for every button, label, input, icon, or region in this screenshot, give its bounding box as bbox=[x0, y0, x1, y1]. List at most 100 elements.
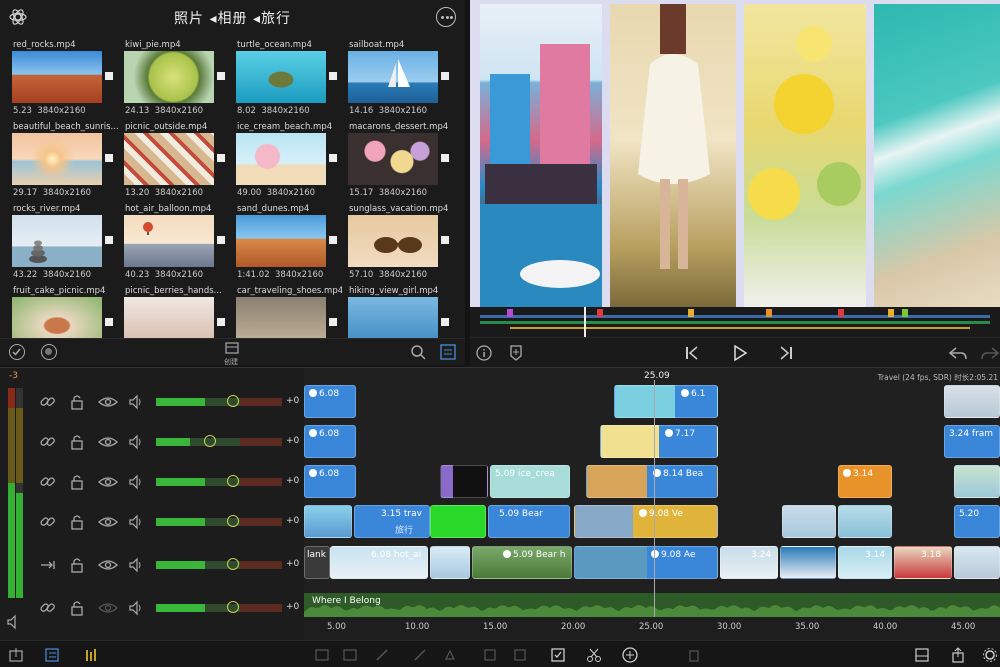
clip-item[interactable]: sailboat.mp4 14.16 3840x2160 bbox=[346, 40, 457, 122]
visibility-eye-icon[interactable] bbox=[98, 600, 118, 616]
timeline-clip[interactable]: 3.18 bbox=[894, 546, 952, 579]
track-volume-slider[interactable] bbox=[156, 475, 282, 487]
clip-thumbnail[interactable] bbox=[124, 215, 214, 267]
marker-icon[interactable] bbox=[482, 647, 498, 663]
skip-back-icon[interactable] bbox=[684, 345, 700, 361]
timeline-clip[interactable]: 8.14 Bea bbox=[586, 465, 718, 498]
timeline-clip[interactable]: 5.09 Bear h bbox=[472, 546, 572, 579]
clip-item[interactable]: sunglass_vacation.mp4 57.10 3840x2160 bbox=[346, 204, 457, 286]
clip-item[interactable]: macarons_dessert.mp4 15.17 3840x2160 bbox=[346, 122, 457, 204]
split-scissors-icon[interactable] bbox=[586, 647, 602, 663]
timeline-clip[interactable]: 3.14 bbox=[838, 465, 892, 498]
timeline-clip[interactable]: 3.24 fram bbox=[944, 425, 1000, 458]
lock-icon[interactable] bbox=[69, 514, 85, 530]
clip-thumbnail[interactable] bbox=[12, 297, 102, 338]
track-volume-slider[interactable] bbox=[156, 601, 282, 613]
clip-item[interactable]: car_traveling_shoes.mp4 bbox=[234, 286, 345, 338]
clip-item[interactable]: turtle_ocean.mp4 8.02 3840x2160 bbox=[234, 40, 345, 122]
audio-clip[interactable]: Where I Belong bbox=[304, 593, 1000, 617]
delete-icon[interactable] bbox=[686, 647, 702, 663]
lock-icon[interactable] bbox=[69, 394, 85, 410]
timeline-clip[interactable]: 6.08 bbox=[304, 385, 356, 418]
album-breadcrumb[interactable]: 照片 ◂相册 ◂旅行 bbox=[0, 8, 465, 28]
keyframe-icon[interactable] bbox=[512, 647, 528, 663]
select-icon[interactable] bbox=[9, 344, 25, 360]
speaker-icon[interactable] bbox=[128, 474, 144, 490]
link-tool-icon[interactable] bbox=[374, 647, 390, 663]
effect-icon[interactable] bbox=[444, 647, 460, 663]
search-icon[interactable] bbox=[410, 344, 426, 360]
timeline-clip[interactable]: 3.15 trav 旅行 bbox=[354, 505, 430, 538]
clip-item[interactable]: sand_dunes.mp4 1:41.02 3840x2160 bbox=[234, 204, 345, 286]
clip-item[interactable]: picnic_outside.mp4 13.20 3840x2160 bbox=[122, 122, 233, 204]
timeline-clip[interactable]: 5.09 ice_crea bbox=[490, 465, 570, 498]
speaker-icon[interactable] bbox=[128, 514, 144, 530]
timeline-clip[interactable] bbox=[430, 546, 470, 579]
timeline-clip[interactable]: 7.17 bbox=[600, 425, 718, 458]
track-volume-slider[interactable] bbox=[156, 558, 282, 570]
clip-thumbnail[interactable] bbox=[236, 51, 326, 103]
pen-tool-icon[interactable] bbox=[412, 647, 428, 663]
timeline-clip[interactable]: 6.08 hot_ai bbox=[330, 546, 428, 579]
timeline-clip[interactable]: 6.1 bbox=[614, 385, 718, 418]
lock-icon[interactable] bbox=[69, 474, 85, 490]
clip-thumbnail[interactable] bbox=[12, 133, 102, 185]
timeline-clip[interactable] bbox=[440, 465, 488, 498]
play-icon[interactable] bbox=[732, 345, 748, 361]
lock-icon[interactable] bbox=[69, 434, 85, 450]
clip-item[interactable]: kiwi_pie.mp4 24.13 3840x2160 bbox=[122, 40, 233, 122]
add-clip-icon[interactable] bbox=[622, 647, 638, 663]
add-title-icon[interactable] bbox=[314, 647, 330, 663]
visibility-eye-icon[interactable] bbox=[98, 474, 118, 490]
timeline-clip[interactable] bbox=[954, 465, 1000, 498]
visibility-eye-icon[interactable] bbox=[98, 434, 118, 450]
clip-thumbnail[interactable] bbox=[236, 215, 326, 267]
skip-forward-icon[interactable] bbox=[778, 345, 794, 361]
clip-item[interactable]: red_rocks.mp4 5.23 3840x2160 bbox=[10, 40, 121, 122]
lock-icon[interactable] bbox=[69, 600, 85, 616]
checkbox-tool-icon[interactable] bbox=[550, 647, 566, 663]
track-volume-slider[interactable] bbox=[156, 395, 282, 407]
clip-item[interactable]: beautiful_beach_sunris... 29.17 3840x216… bbox=[10, 122, 121, 204]
link-icon[interactable] bbox=[40, 600, 56, 616]
export-icon[interactable] bbox=[8, 647, 24, 663]
clip-thumbnail[interactable] bbox=[348, 51, 438, 103]
track-volume-slider[interactable] bbox=[156, 435, 282, 447]
clip-thumbnail[interactable] bbox=[124, 297, 214, 338]
clip-item[interactable]: hot_air_balloon.mp4 40.23 3840x2160 bbox=[122, 204, 233, 286]
layout-icon[interactable] bbox=[914, 647, 930, 663]
clip-thumbnail[interactable] bbox=[12, 51, 102, 103]
timeline-clip[interactable]: lank bbox=[304, 546, 330, 579]
timeline-clip[interactable] bbox=[782, 505, 836, 538]
timeline-clip[interactable]: 3.14 bbox=[838, 546, 892, 579]
redo-icon[interactable] bbox=[980, 345, 1000, 361]
link-icon[interactable] bbox=[40, 394, 56, 410]
visibility-eye-icon[interactable] bbox=[98, 557, 118, 573]
visibility-eye-icon[interactable] bbox=[98, 394, 118, 410]
timeline-clip[interactable]: 6.08 bbox=[304, 425, 356, 458]
clip-item[interactable]: fruit_cake_picnic.mp4 bbox=[10, 286, 121, 338]
preview-viewer[interactable] bbox=[470, 0, 1000, 307]
view-options-icon[interactable] bbox=[440, 344, 456, 360]
clip-thumbnail[interactable] bbox=[236, 133, 326, 185]
overlay-icon[interactable] bbox=[342, 647, 358, 663]
link-icon[interactable] bbox=[40, 474, 56, 490]
clip-item[interactable]: picnic_berries_hands... bbox=[122, 286, 233, 338]
info-icon[interactable] bbox=[476, 345, 492, 361]
more-options-icon[interactable] bbox=[436, 7, 456, 27]
clip-item[interactable]: ice_cream_beach.mp4 49.00 3840x2160 bbox=[234, 122, 345, 204]
track-volume-slider[interactable] bbox=[156, 515, 282, 527]
timeline-clip[interactable]: 9.08 Ae bbox=[574, 546, 718, 579]
audio-route-icon[interactable] bbox=[40, 557, 56, 573]
speaker-icon[interactable] bbox=[128, 557, 144, 573]
timeline-clip[interactable] bbox=[780, 546, 836, 579]
clip-thumbnail[interactable] bbox=[236, 297, 326, 338]
track-list-icon[interactable] bbox=[44, 647, 60, 663]
time-ruler[interactable]: 5.00 10.00 15.00 20.00 25.00 30.00 35.00… bbox=[304, 617, 1000, 640]
clip-thumbnail[interactable] bbox=[124, 51, 214, 103]
playhead[interactable] bbox=[654, 380, 655, 617]
clip-thumbnail[interactable] bbox=[124, 133, 214, 185]
timeline-clip[interactable]: 3.24 bbox=[720, 546, 778, 579]
timeline[interactable]: 25.09 Travel (24 fps, SDR) 时长2:05.21 6.0… bbox=[304, 367, 1000, 617]
add-marker-icon[interactable] bbox=[508, 345, 524, 361]
